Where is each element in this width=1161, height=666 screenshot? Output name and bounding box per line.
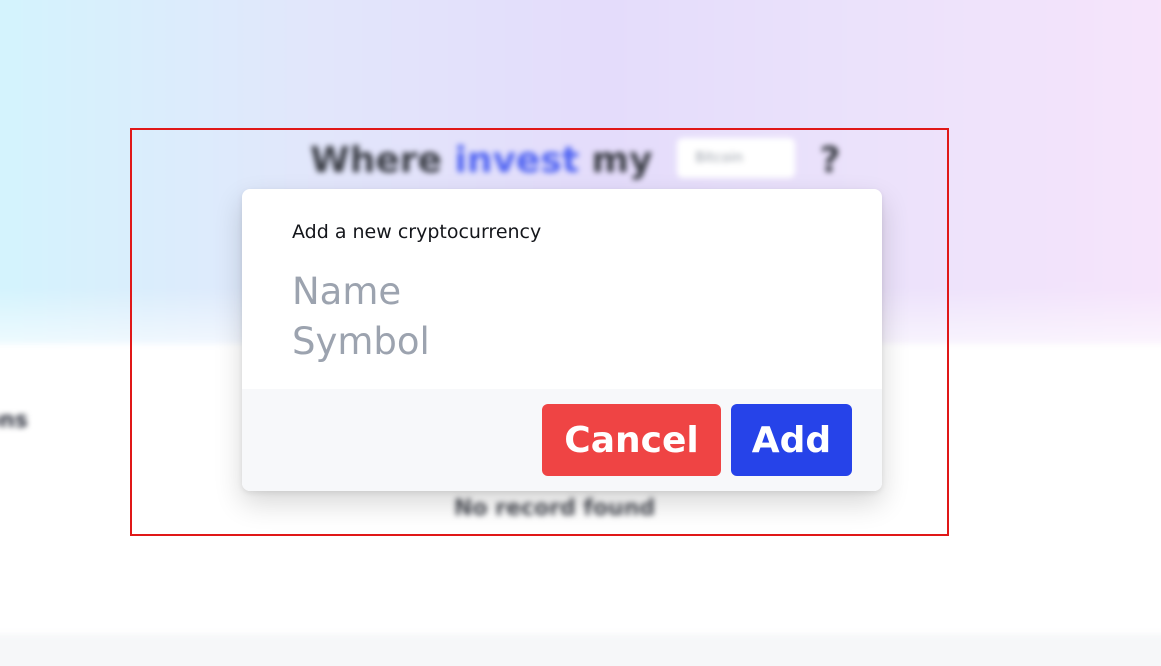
add-button[interactable]: Add: [731, 404, 852, 476]
dialog-title: Add a new cryptocurrency: [292, 221, 542, 243]
dialog-body: Add a new cryptocurrency: [242, 189, 882, 389]
section-label: ons: [0, 408, 28, 433]
app-stage: Where invest my Bitcoin ? ons No record …: [0, 0, 1161, 666]
name-input[interactable]: [292, 268, 812, 314]
add-cryptocurrency-dialog: Add a new cryptocurrency Cancel Add: [242, 189, 882, 491]
symbol-input[interactable]: [292, 318, 812, 364]
footer-band: [0, 634, 1161, 666]
dialog-footer: Cancel Add: [242, 389, 882, 491]
cancel-button[interactable]: Cancel: [542, 404, 721, 476]
